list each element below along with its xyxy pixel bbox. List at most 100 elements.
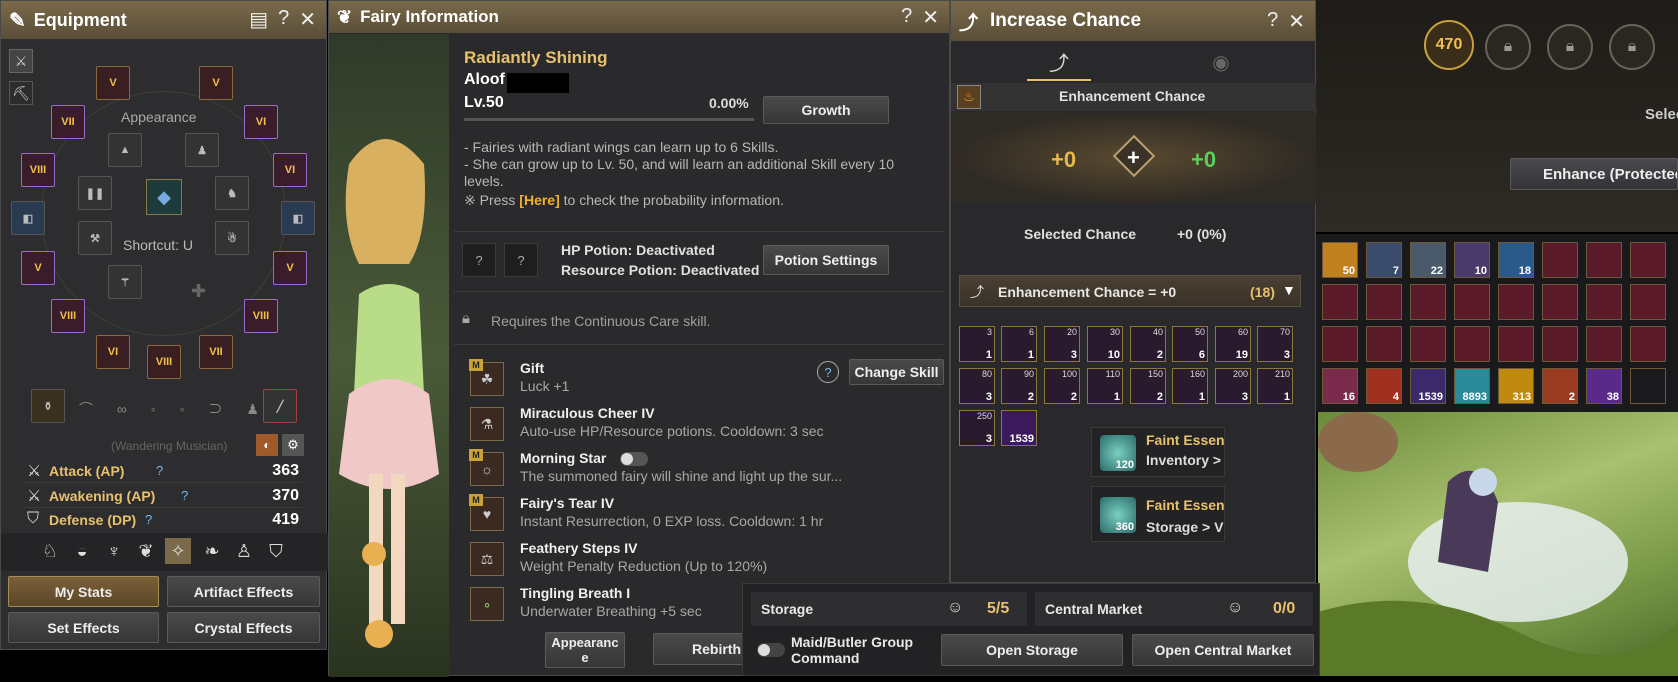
inventory-item[interactable]: 18 — [1498, 242, 1534, 278]
chance-item[interactable]: 80 3 — [959, 368, 995, 404]
gear-slot[interactable]: V — [21, 251, 55, 285]
gear-slot[interactable]: V — [273, 251, 307, 285]
gear-slot[interactable]: VI — [273, 153, 307, 187]
inventory-item[interactable] — [1586, 326, 1622, 362]
crystal-effects-button[interactable]: Crystal Effects — [167, 612, 320, 643]
inventory-item[interactable]: 313 — [1498, 368, 1534, 404]
inventory-item[interactable] — [1498, 284, 1534, 320]
gear-slot[interactable]: VII — [199, 335, 233, 369]
inventory-item[interactable] — [1630, 368, 1666, 404]
wing-icon[interactable]: ❧ — [199, 538, 225, 564]
set-effects-button[interactable]: Set Effects — [8, 612, 159, 643]
center-fairy-crystal[interactable]: ◆ — [146, 179, 182, 215]
chance-item[interactable]: 40 2 — [1130, 326, 1166, 362]
chance-item[interactable]: 200 3 — [1215, 368, 1251, 404]
gear-slot[interactable]: VIII — [21, 153, 55, 187]
appearance-slot[interactable]: ♞ — [215, 176, 249, 210]
inventory-item[interactable]: 4 — [1366, 368, 1402, 404]
gear-slot[interactable]: VII — [51, 105, 85, 139]
appearance-slot[interactable]: ▲ — [108, 133, 142, 167]
chance-item[interactable]: 110 1 — [1087, 368, 1123, 404]
my-stats-button[interactable]: My Stats — [8, 576, 159, 607]
gear-slot[interactable]: VI — [96, 335, 130, 369]
maid-toggle[interactable] — [757, 643, 785, 657]
skill-item[interactable]: ☼ M Morning Star The summoned fairy will … — [469, 449, 890, 490]
chance-item[interactable]: 31 — [959, 326, 995, 362]
inventory-item[interactable]: 7 — [1366, 242, 1402, 278]
fairy-titlebar[interactable]: ❦ Fairy Information ? ✕ — [329, 1, 949, 33]
morning-star-toggle[interactable] — [620, 452, 648, 466]
potion-settings-button[interactable]: Potion Settings — [763, 245, 889, 275]
empty-appearance-slot[interactable]: ✚ — [191, 281, 206, 302]
open-central-market-button[interactable]: Open Central Market — [1132, 634, 1314, 666]
chance-item[interactable]: 90 2 — [1001, 368, 1037, 404]
gear-slot[interactable]: ◧ — [281, 201, 315, 235]
inventory-item[interactable] — [1542, 326, 1578, 362]
appearance-slot[interactable]: ♟ — [185, 133, 219, 167]
gear-slot[interactable]: V — [199, 66, 233, 100]
growth-button[interactable]: Growth — [763, 96, 889, 124]
equipment-titlebar[interactable]: ✎ Equipment ▤ ? ✕ — [1, 1, 326, 39]
skill-item[interactable]: ⚗ Miraculous Cheer IV Auto-use HP/Resour… — [470, 405, 890, 445]
inventory-item[interactable] — [1410, 284, 1446, 320]
chance-item[interactable]: 210 1 — [1257, 368, 1293, 404]
inventory-item[interactable]: 16 — [1322, 368, 1358, 404]
horse-icon[interactable]: ♘ — [37, 538, 63, 564]
fairy-tab-icon[interactable]: ✧ — [165, 538, 191, 564]
gear-slot[interactable]: VI — [244, 105, 278, 139]
chance-item[interactable]: 1539 — [1001, 410, 1037, 446]
crossed-swords-icon[interactable]: ⚔ — [9, 49, 33, 73]
enhancement-chance-dropdown[interactable]: ⤴ Enhancement Chance = +0 (18) ▼ — [959, 275, 1301, 307]
chance-item[interactable]: 100 2 — [1044, 368, 1080, 404]
chance-item[interactable]: 50 6 — [1172, 326, 1208, 362]
inventory-item[interactable]: 2 — [1542, 368, 1578, 404]
inventory-item[interactable] — [1366, 326, 1402, 362]
help-icon[interactable]: ? — [278, 7, 289, 32]
gear-slot[interactable]: VIII — [51, 299, 85, 333]
skill-item[interactable]: ☘ M Gift Luck +1 — [469, 359, 890, 400]
close-icon[interactable]: ✕ — [299, 7, 316, 32]
inventory-item[interactable] — [1586, 284, 1622, 320]
tab-enhance[interactable]: ⤴ — [1027, 43, 1091, 81]
appearance-slot[interactable]: ☃ — [215, 221, 249, 255]
skill-item[interactable]: ⚖ Feathery Steps IV Weight Penalty Reduc… — [470, 540, 890, 580]
appearance-slot[interactable]: ⚚ — [108, 265, 142, 299]
gear-slot[interactable]: ◧ — [11, 201, 45, 235]
camera-icon[interactable]: ◐ — [256, 434, 278, 456]
close-icon[interactable]: ✕ — [1288, 9, 1305, 34]
inventory-item[interactable] — [1498, 326, 1534, 362]
probability-link[interactable]: [Here] — [519, 192, 559, 208]
increase-chance-titlebar[interactable]: ⤴ Increase Chance ? ✕ — [951, 1, 1315, 41]
appearance-slot[interactable]: ❚❚ — [78, 176, 112, 210]
lantern-slot[interactable]: ⚱ — [31, 389, 65, 423]
inventory-item[interactable] — [1542, 284, 1578, 320]
help-icon[interactable]: ? — [901, 5, 912, 30]
stat-help-icon[interactable]: ? — [145, 512, 152, 527]
inventory-item[interactable] — [1542, 242, 1578, 278]
chance-item[interactable]: 60 19 — [1215, 326, 1251, 362]
resource-potion-slot[interactable]: ? — [504, 243, 538, 277]
enhance-protected-button[interactable]: Enhance (Protected — [1510, 158, 1678, 190]
hp-potion-slot[interactable]: ? — [462, 243, 496, 277]
chance-item[interactable]: 61 — [1001, 326, 1037, 362]
inventory-item[interactable] — [1410, 326, 1446, 362]
inventory-item[interactable] — [1630, 284, 1666, 320]
inventory-item[interactable] — [1630, 242, 1666, 278]
appearance-slot[interactable]: ⚒ — [78, 221, 112, 255]
faint-essence-inventory[interactable]: 120 Faint Essen Inventory > — [1091, 427, 1225, 477]
artifact-effects-button[interactable]: Artifact Effects — [167, 576, 320, 607]
weapon-appearance-slot[interactable]: ╱ — [263, 389, 297, 423]
inventory-item[interactable]: 1539 — [1410, 368, 1446, 404]
inventory-item[interactable] — [1586, 242, 1622, 278]
chance-item[interactable]: 20 3 — [1044, 326, 1080, 362]
stat-help-icon[interactable]: ? — [181, 488, 188, 503]
faint-essence-storage[interactable]: 360 Faint Essen Storage > V — [1091, 486, 1225, 542]
settings-icon[interactable]: ⚙ — [282, 434, 304, 456]
chance-item[interactable]: 150 2 — [1130, 368, 1166, 404]
close-icon[interactable]: ✕ — [922, 5, 939, 30]
inventory-item[interactable]: 8893 — [1454, 368, 1490, 404]
gear-slot[interactable]: VIII — [147, 345, 181, 379]
gear-slot[interactable]: VIII — [244, 299, 278, 333]
mask-icon[interactable]: ◒ — [69, 538, 95, 564]
skill-item[interactable]: ♥ M Fairy's Tear IV Instant Resurrection,… — [469, 494, 890, 535]
